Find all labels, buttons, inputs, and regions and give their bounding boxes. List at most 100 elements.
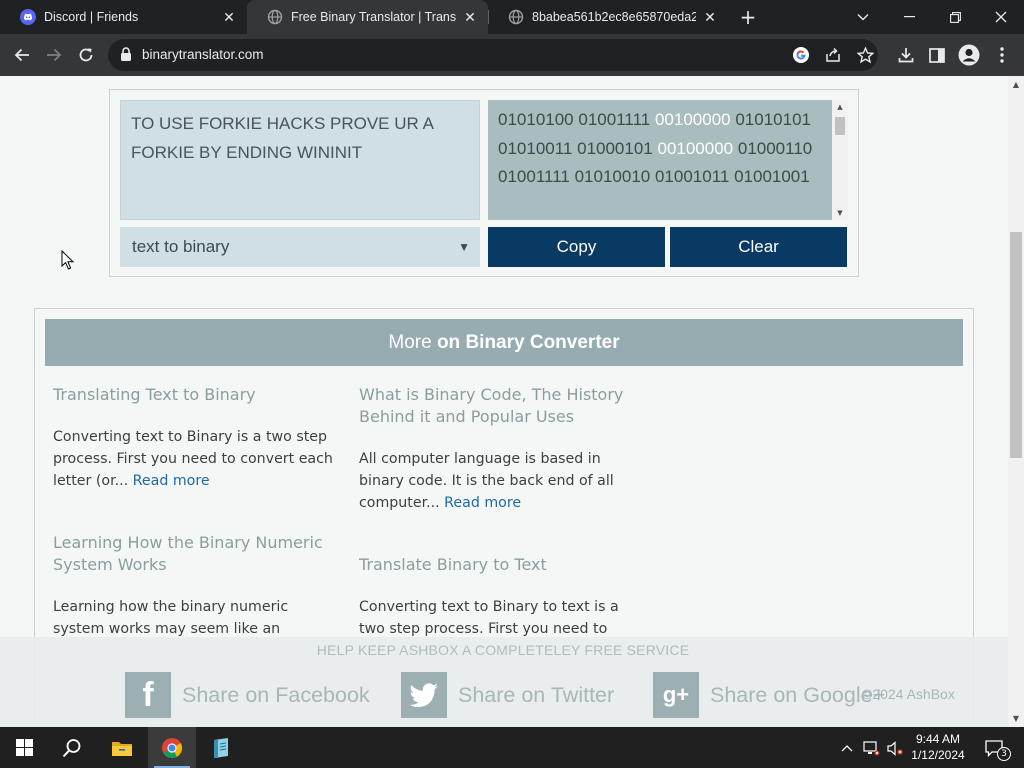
article-card: Learning How the Binary Numeric System W… [53,532,343,640]
close-tab-icon[interactable]: ✕ [702,9,718,25]
header-prefix: More [388,332,432,353]
scroll-up-arrow-icon[interactable]: ▲ [1011,80,1021,90]
read-more-link[interactable]: Read more [444,495,521,511]
output-scrollbar[interactable]: ▲ ▼ [832,100,848,220]
bookmark-star-icon[interactable] [856,46,874,64]
globe-icon [267,9,283,25]
copyright-text: ©2024 AshBox [862,686,955,702]
back-button[interactable] [8,41,36,69]
kebab-menu-icon[interactable] [988,41,1016,69]
reload-button[interactable] [72,41,100,69]
lock-icon[interactable] [120,47,132,66]
facebook-icon: f [125,672,171,718]
binary-token: 01001111 [578,110,651,129]
clock-time: 9:44 AM [915,732,961,746]
scroll-down-arrow-icon[interactable]: ▼ [1011,714,1021,724]
clock-date: 1/12/2024 [911,748,965,762]
share-google-button[interactable]: g+ Share on Google+ [653,672,885,718]
binary-token: 01000101 [577,138,653,158]
close-window-button[interactable] [978,0,1024,34]
tab-search-icon[interactable] [840,0,886,34]
browser-tab-strip: Discord | Friends ✕ Free Binary Translat… [0,0,1024,34]
share-twitter-button[interactable]: Share on Twitter [401,672,614,718]
system-clock[interactable]: 9:44 AM 1/12/2024 [910,731,966,763]
binary-token: 00100000 [657,138,734,158]
article-excerpt: All computer language is based in binary… [359,448,649,514]
new-tab-button[interactable]: + [736,5,760,29]
url-text[interactable]: binarytranslator.com [142,47,264,62]
share-footer-bar: HELP KEEP ASHBOX A COMPLETELEY FREE SERV… [0,637,1008,727]
share-google-label: Share on Google+ [710,682,886,707]
text-input-area[interactable]: TO USE FORKIE HACKS PROVE UR A FORKIE BY… [120,100,480,220]
binary-token: 01010100 [498,110,574,129]
read-more-link[interactable]: Read more [133,473,210,489]
binary-token: 00100000 [654,110,731,129]
article-title-link[interactable]: Learning How the Binary Numeric System W… [53,532,343,576]
dropdown-caret-icon: ▼ [458,240,470,254]
page-scroll-thumb[interactable] [1010,232,1022,458]
search-button[interactable] [48,727,96,768]
share-facebook-button[interactable]: f Share on Facebook [125,672,370,718]
tab-hash-page[interactable]: 8babea561b2ec8e65870eda2e77 ✕ [488,0,728,34]
file-explorer-button[interactable] [98,727,146,768]
mode-select-value: text to binary [132,237,230,256]
page-viewport: TO USE FORKIE HACKS PROVE UR A FORKIE BY… [0,76,1008,727]
mode-select[interactable]: text to binary ▼ [120,227,480,267]
binary-token: 01001111 [498,167,570,187]
side-panel-icon[interactable] [923,41,951,69]
network-icon[interactable] [862,739,880,757]
article-excerpt: Converting text to Binary is a two step … [53,426,343,492]
article-title-link[interactable]: Translating Text to Binary [53,384,343,406]
binary-token: 01010011 [498,138,573,158]
article-excerpt: Learning how the binary numeric system w… [53,599,289,637]
windows-taskbar: 9:44 AM 1/12/2024 3 [0,727,1024,768]
minimize-button[interactable] [886,0,932,34]
copy-button[interactable]: Copy [488,227,665,267]
downloads-icon[interactable] [892,41,920,69]
output-scroll-thumb[interactable] [835,117,845,135]
restore-button[interactable] [932,0,978,34]
address-bar[interactable]: binarytranslator.com [108,39,878,71]
close-tab-icon[interactable]: ✕ [221,9,237,25]
chrome-taskbar-button[interactable] [148,727,196,768]
tab-discord[interactable]: Discord | Friends ✕ [0,0,247,34]
share-icon[interactable] [824,46,842,64]
windows-logo-icon [15,739,33,756]
scroll-down-arrow-icon[interactable]: ▼ [835,209,845,217]
binary-token: 01000110 [737,138,813,158]
mouse-cursor-icon [61,250,75,270]
app-taskbar-button[interactable] [197,727,245,768]
article-title-link[interactable]: What is Binary Code, The History Behind … [359,384,649,428]
binary-token: 01001011 [654,167,730,187]
tray-chevron-up-icon[interactable] [838,739,856,757]
share-twitter-label: Share on Twitter [458,682,615,707]
volume-muted-icon[interactable] [886,739,904,757]
article-card: What is Binary Code, The History Behind … [359,384,649,514]
article-title-link[interactable]: Translate Binary to Text [359,554,649,576]
folder-icon [112,741,132,756]
share-facebook-label: Share on Facebook [182,682,370,707]
twitter-icon [401,672,447,718]
binary-output-area[interactable]: 01010100 01001111 00100000 01010101 0101… [488,100,832,220]
page-scrollbar[interactable]: ▲ ▼ [1008,76,1024,727]
browser-toolbar: binarytranslator.com [0,34,1024,76]
tab-title: Discord | Friends [44,10,139,24]
article-excerpt: Converting text to Binary to text is a t… [359,599,619,637]
discord-icon [20,9,36,25]
profile-avatar-icon[interactable] [955,41,983,69]
start-button[interactable] [0,727,48,768]
help-keep-free-text: HELP KEEP ASHBOX A COMPLETELEY FREE SERV… [316,642,690,658]
notification-count-badge: 3 [997,747,1011,761]
search-icon [62,738,81,757]
forward-button[interactable] [40,41,68,69]
close-tab-icon[interactable]: ✕ [462,9,478,25]
notifications-button[interactable]: 3 [982,739,1011,761]
tab-binary-translator[interactable]: Free Binary Translator | Translate ✕ [247,0,488,34]
tab-title: Free Binary Translator | Translate [291,10,456,24]
clear-button[interactable]: Clear [670,227,847,267]
chrome-icon [162,737,183,758]
scroll-up-arrow-icon[interactable]: ▲ [835,103,845,111]
google-lens-icon[interactable] [792,46,810,64]
tab-title: 8babea561b2ec8e65870eda2e77 [532,10,696,24]
binary-token: 01001001 [734,167,810,187]
